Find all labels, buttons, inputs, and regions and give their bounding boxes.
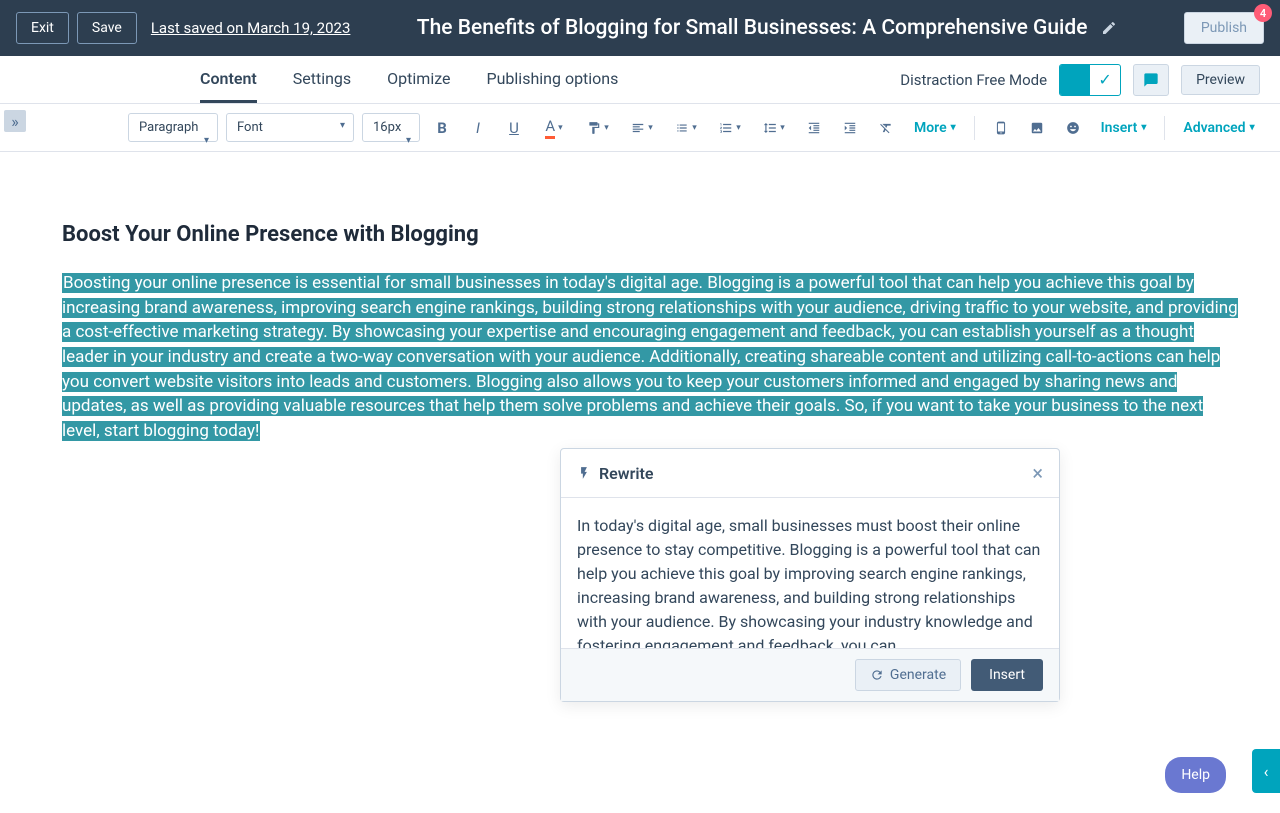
distraction-free-toggle[interactable]: ✓	[1059, 64, 1121, 96]
lightning-icon	[577, 466, 591, 480]
tab-settings[interactable]: Settings	[293, 57, 351, 103]
preview-button[interactable]: Preview	[1181, 65, 1260, 95]
publish-button[interactable]: Publish	[1184, 12, 1264, 44]
distraction-free-label: Distraction Free Mode	[900, 71, 1047, 89]
editor-canvas[interactable]: Boost Your Online Presence with Blogging…	[30, 162, 1270, 463]
top-bar: Exit Save Last saved on March 19, 2023 T…	[0, 0, 1280, 56]
insert-button[interactable]: Insert	[971, 659, 1043, 691]
insert-link-button[interactable]	[987, 114, 1015, 142]
generate-button[interactable]: Generate	[855, 659, 961, 691]
sub-bar: Content Settings Optimize Publishing opt…	[0, 56, 1280, 104]
side-panel-toggle[interactable]: ‹	[1252, 749, 1280, 793]
save-button[interactable]: Save	[77, 12, 137, 44]
comment-button[interactable]	[1133, 64, 1169, 96]
indent-decrease-button[interactable]	[800, 114, 828, 142]
line-height-button[interactable]	[756, 114, 792, 142]
content-heading: Boost Your Online Presence with Blogging	[62, 222, 1238, 247]
tab-publishing-options[interactable]: Publishing options	[487, 57, 619, 103]
advanced-dropdown[interactable]: Advanced	[1177, 120, 1260, 136]
align-button[interactable]	[624, 114, 660, 142]
bullet-list-button[interactable]	[668, 114, 704, 142]
rewrite-title-label: Rewrite	[599, 464, 653, 483]
more-button[interactable]: More	[908, 120, 962, 136]
close-icon[interactable]: ×	[1032, 461, 1043, 485]
indent-increase-button[interactable]	[836, 114, 864, 142]
insert-image-button[interactable]	[1023, 114, 1051, 142]
paragraph-select[interactable]: Paragraph	[128, 113, 218, 142]
rewrite-body-text: In today's digital age, small businesses…	[561, 498, 1059, 648]
toolbar-divider	[974, 116, 975, 140]
font-select[interactable]: Font	[226, 113, 354, 142]
refresh-icon	[870, 668, 884, 682]
help-button[interactable]: Help	[1165, 757, 1226, 793]
editor-toolbar: » Paragraph Font 16px B I U A More Inser…	[0, 104, 1280, 152]
insert-dropdown[interactable]: Insert	[1095, 120, 1153, 136]
exit-button[interactable]: Exit	[16, 12, 69, 44]
bold-button[interactable]: B	[428, 114, 456, 142]
text-color-button[interactable]: A	[536, 114, 572, 142]
rewrite-popup: Rewrite × In today's digital age, small …	[560, 448, 1060, 702]
collapse-sidebar-icon[interactable]: »	[4, 110, 26, 132]
tab-optimize[interactable]: Optimize	[387, 57, 450, 103]
tab-content[interactable]: Content	[200, 57, 257, 103]
edit-title-icon[interactable]	[1101, 20, 1117, 36]
last-saved-link[interactable]: Last saved on March 19, 2023	[151, 19, 351, 37]
font-size-select[interactable]: 16px	[362, 113, 420, 142]
numbered-list-button[interactable]	[712, 114, 748, 142]
toolbar-divider-2	[1164, 116, 1165, 140]
insert-emoji-button[interactable]	[1059, 114, 1087, 142]
publish-badge: 4	[1254, 4, 1272, 22]
check-icon: ✓	[1090, 65, 1120, 95]
clear-format-button[interactable]	[872, 114, 900, 142]
underline-button[interactable]: U	[500, 114, 528, 142]
content-body: Boosting your online presence is essenti…	[62, 271, 1238, 443]
highlight-color-button[interactable]	[580, 114, 616, 142]
italic-button[interactable]: I	[464, 114, 492, 142]
page-title: The Benefits of Blogging for Small Busin…	[417, 16, 1088, 40]
